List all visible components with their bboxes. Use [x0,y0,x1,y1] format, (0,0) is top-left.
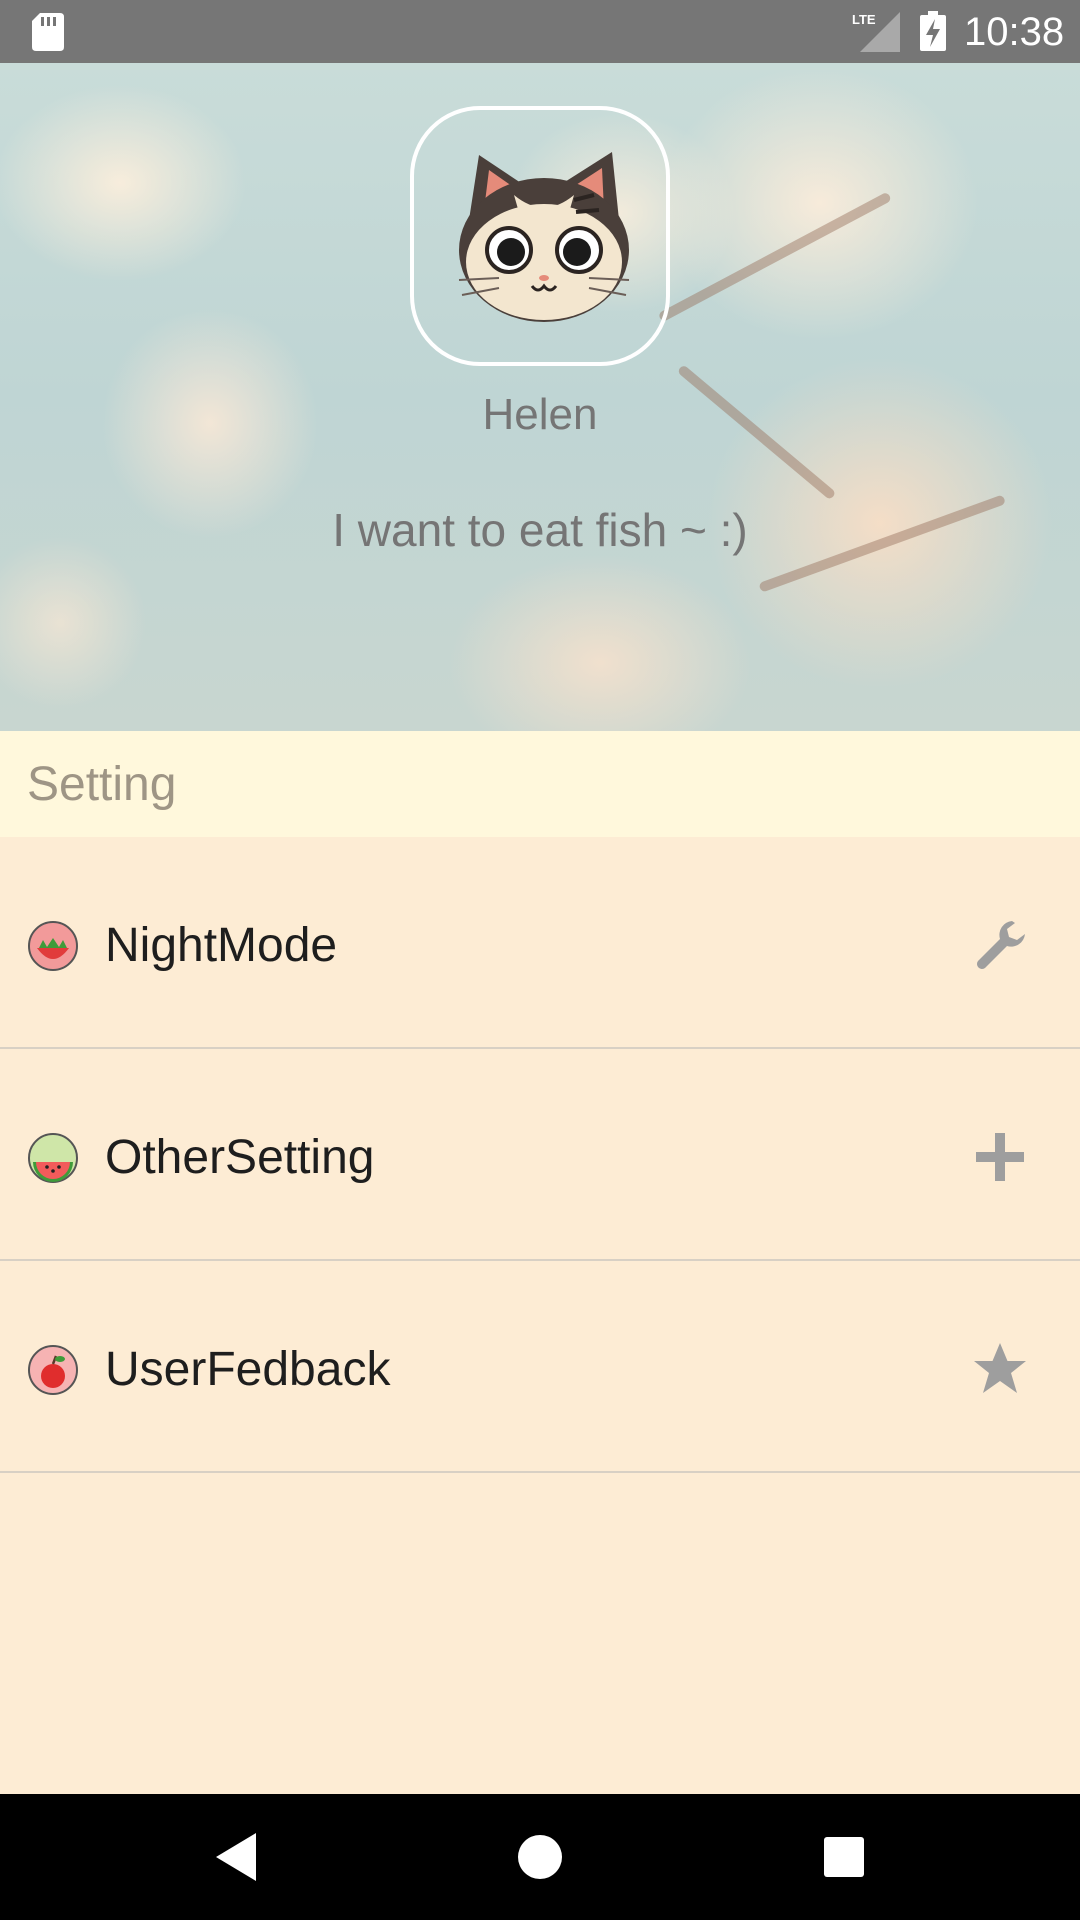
profile-bio: I want to eat fish ~ :) [332,504,748,556]
list-item-label: UserFedback [105,1343,391,1396]
list-item-userfeedback[interactable]: UserFedback [0,1261,1080,1473]
back-icon[interactable] [206,1827,266,1887]
navigation-bar [0,1794,1080,1920]
battery-charging-icon [920,11,946,51]
profile-name: Helen [482,390,598,439]
cat-face-avatar [458,152,630,322]
lte-signal-icon: LTE [852,12,900,52]
apple-icon [28,1345,78,1395]
home-icon[interactable] [510,1827,570,1887]
list-item-label: NightMode [105,919,338,972]
watermelon-icon [28,1133,78,1183]
sd-card-icon [32,13,64,51]
profile-header: Helen I want to eat fish ~ :) [0,63,1080,731]
settings-section-header: Setting [0,731,1080,837]
network-label: LTE [852,12,876,27]
blossom-branch [657,191,892,323]
status-time: 10:38 [964,10,1065,54]
recents-icon[interactable] [814,1827,874,1887]
section-title: Setting [27,758,177,811]
list-item-nightmode[interactable]: NightMode [0,837,1080,1049]
plus-icon[interactable] [970,1127,1030,1187]
avatar[interactable] [410,106,670,366]
status-bar: LTE 10:38 [0,0,1080,63]
list-item-label: OtherSetting [105,1131,375,1184]
wrench-icon[interactable] [970,915,1030,975]
star-icon[interactable] [970,1339,1030,1399]
list-item-othersetting[interactable]: OtherSetting [0,1049,1080,1261]
strawberry-icon [28,921,78,971]
